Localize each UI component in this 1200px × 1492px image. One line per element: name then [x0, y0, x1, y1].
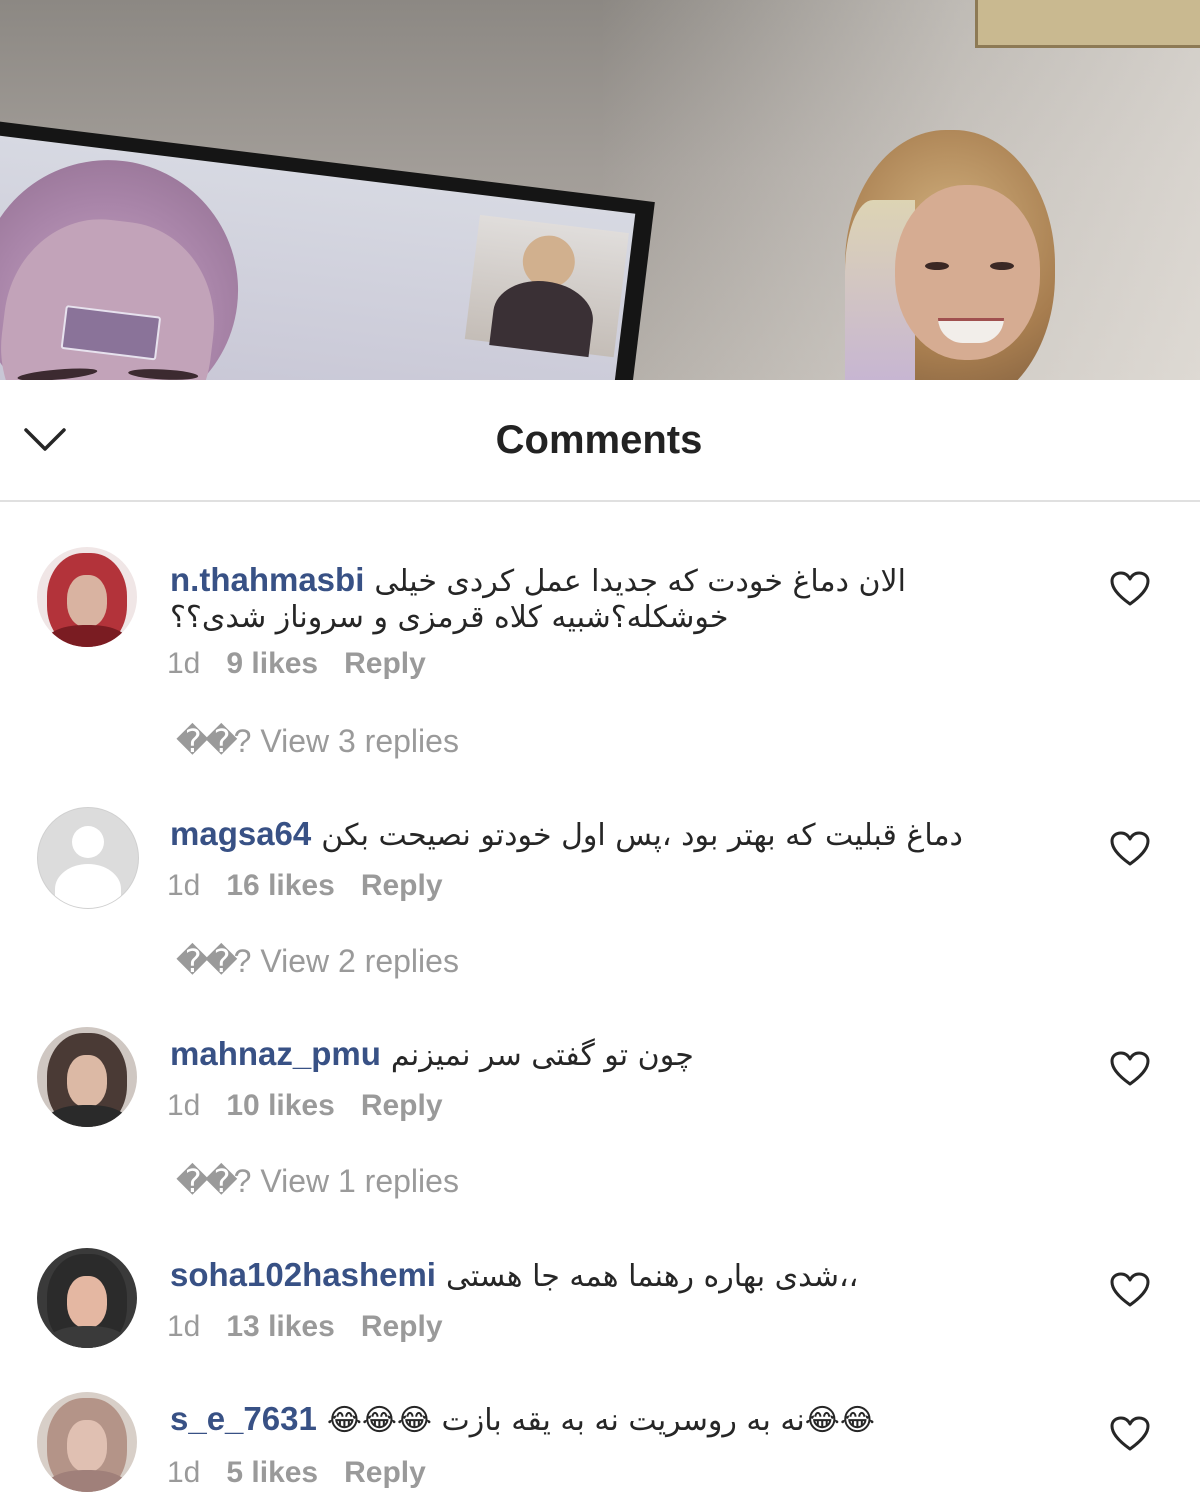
- comment-likes[interactable]: 16 likes: [226, 869, 334, 902]
- comment-meta: 1d 10 likes Reply: [167, 1089, 443, 1123]
- comment-username[interactable]: mahnaz_pmu: [170, 1035, 381, 1072]
- reply-button[interactable]: Reply: [361, 1310, 443, 1343]
- tv-display: [0, 134, 636, 380]
- heart-icon[interactable]: [1110, 831, 1150, 867]
- view-replies-glyph: ��?: [176, 943, 251, 979]
- view-replies-label: View 3 replies: [260, 723, 459, 759]
- avatar[interactable]: [37, 547, 137, 647]
- heart-icon[interactable]: [1110, 571, 1150, 607]
- wall-picture-frame: [975, 0, 1200, 48]
- comment-line: n.thahmasbi الان دماغ خودت که جدیدا عمل ک…: [170, 561, 1050, 601]
- reply-button[interactable]: Reply: [344, 1456, 426, 1489]
- comment-time: 1d: [167, 1310, 201, 1343]
- inset-body: [489, 275, 597, 358]
- comment-meta: 1d 13 likes Reply: [167, 1310, 443, 1344]
- comment-line: s_e_7631 😂😂نه به روسریت نه به یقه بازت 😂😂…: [170, 1400, 1050, 1440]
- comment-time: 1d: [167, 1089, 201, 1122]
- comment-meta: 1d 16 likes Reply: [167, 869, 443, 903]
- comment-username[interactable]: n.thahmasbi: [170, 561, 364, 598]
- comments-header: Comments: [0, 380, 1200, 502]
- view-replies-link[interactable]: ��? View 1 replies: [176, 1162, 459, 1200]
- comment-meta: 1d 5 likes Reply: [167, 1456, 426, 1490]
- heart-icon[interactable]: [1110, 1051, 1150, 1087]
- comment-text: الان دماغ خودت که جدیدا عمل کردی خیلی: [374, 564, 906, 599]
- comment-text: چون تو گفتی سر نمیزنم: [390, 1038, 694, 1073]
- reply-button[interactable]: Reply: [361, 869, 443, 902]
- comment-text: 😂😂نه به روسریت نه به یقه بازت 😂😂😂: [326, 1403, 875, 1438]
- avatar[interactable]: [37, 1248, 137, 1348]
- heart-icon[interactable]: [1110, 1416, 1150, 1452]
- reply-button[interactable]: Reply: [344, 647, 426, 680]
- avatar-face: [67, 1055, 107, 1107]
- avatar-placeholder-body: [55, 864, 121, 908]
- presenter-eye-right: [990, 262, 1014, 270]
- presenter-eye-left: [925, 262, 949, 270]
- comment-likes[interactable]: 9 likes: [226, 647, 318, 680]
- comment-username[interactable]: s_e_7631: [170, 1400, 317, 1437]
- comment-time: 1d: [167, 647, 201, 680]
- avatar[interactable]: [37, 1027, 137, 1127]
- comment-likes[interactable]: 5 likes: [226, 1456, 318, 1489]
- comment-meta: 1d 9 likes Reply: [167, 647, 426, 681]
- avatar[interactable]: [37, 1392, 137, 1492]
- comment-text-line2: خوشکله؟شبیه کلاه قرمزی و سروناز شدی؟؟: [170, 600, 729, 635]
- avatar-face: [67, 1420, 107, 1472]
- avatar-face: [67, 1276, 107, 1328]
- comment-username[interactable]: soha102hashemi: [170, 1256, 436, 1293]
- view-replies-link[interactable]: ��? View 2 replies: [176, 942, 459, 980]
- comment-likes[interactable]: 13 likes: [226, 1310, 334, 1343]
- video-preview[interactable]: [0, 0, 1200, 380]
- comment-line: soha102hashemi ،،شدی بهاره رهنما همه جا ه…: [170, 1256, 1050, 1296]
- reply-button[interactable]: Reply: [361, 1089, 443, 1122]
- comment-username[interactable]: magsa64: [170, 815, 311, 852]
- comment-text: ،،شدی بهاره رهنما همه جا هستی: [445, 1259, 859, 1294]
- comment-likes[interactable]: 10 likes: [226, 1089, 334, 1122]
- comment-time: 1d: [167, 1456, 201, 1489]
- view-replies-label: View 1 replies: [260, 1163, 459, 1199]
- heart-icon[interactable]: [1110, 1272, 1150, 1308]
- comment-line: mahnaz_pmu چون تو گفتی سر نمیزنم: [170, 1035, 1050, 1075]
- view-replies-glyph: ��?: [176, 723, 251, 759]
- avatar-face: [67, 575, 107, 627]
- tv-screen: [0, 118, 655, 380]
- tv-inset-video: [464, 214, 629, 358]
- view-replies-glyph: ��?: [176, 1163, 251, 1199]
- avatar[interactable]: [37, 807, 139, 909]
- comment-text: دماغ قبلیت که بهتر بود ،پس اول خودتو نصی…: [321, 818, 963, 853]
- page-title: Comments: [495, 418, 703, 462]
- view-replies-link[interactable]: ��? View 3 replies: [176, 722, 459, 760]
- comment-time: 1d: [167, 869, 201, 902]
- view-replies-label: View 2 replies: [260, 943, 459, 979]
- comment-line: magsa64 دماغ قبلیت که بهتر بود ،پس اول خو…: [170, 815, 1050, 855]
- avatar-placeholder-head: [72, 826, 104, 858]
